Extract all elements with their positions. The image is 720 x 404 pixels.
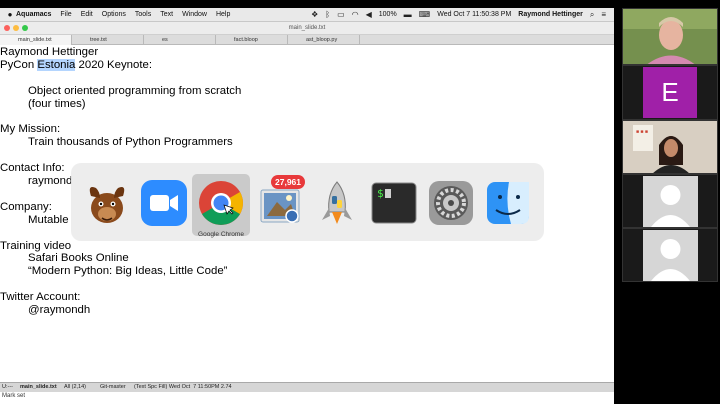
app-google-chrome[interactable]: Google Chrome	[192, 174, 250, 238]
editor-line[interactable]: Company:	[0, 201, 52, 214]
finder-icon	[487, 182, 529, 224]
participant-tile-speaker[interactable]	[622, 8, 718, 65]
tab-ast-bloop[interactable]: ast_bloop.py	[288, 35, 360, 45]
app-zoom[interactable]	[135, 174, 193, 236]
editor-line[interactable]: My Mission:	[0, 123, 60, 136]
menu-text[interactable]: Text	[160, 11, 173, 18]
tab-tree[interactable]: tree.txt	[72, 35, 144, 45]
editor-line[interactable]: “Modern Python: Big Ideas, Little Code”	[28, 265, 227, 278]
svg-text:$: $	[377, 187, 384, 200]
wifi-icon[interactable]: ◠	[352, 10, 359, 19]
app-terminal[interactable]: $	[365, 174, 423, 236]
selected-app-label: Google Chrome	[198, 231, 244, 238]
cast-icon[interactable]: ▭	[337, 10, 345, 19]
modeline-prefix: U:---	[2, 384, 13, 390]
menu-options[interactable]: Options	[102, 11, 126, 18]
battery-percent[interactable]: 100%	[379, 11, 397, 18]
app-system-preferences[interactable]	[422, 174, 480, 236]
user-avatar-icon	[643, 176, 698, 227]
bluetooth-icon[interactable]: ᛒ	[325, 10, 330, 19]
system-preferences-icon	[429, 181, 473, 225]
modeline-buffer: main_slide.txt	[20, 384, 57, 390]
user-avatar-icon	[643, 230, 698, 281]
menu-list-icon[interactable]: ≡	[601, 10, 606, 19]
python-launcher-icon	[322, 181, 352, 224]
window-title: main_slide.txt	[288, 25, 326, 31]
dropbox-icon[interactable]: ❖	[311, 10, 318, 19]
editor-line[interactable]: Contact Info:	[0, 162, 65, 175]
editor-line[interactable]: Twitter Account:	[0, 291, 80, 304]
status-area: ❖ ᛒ ▭ ◠ ◀ 100% ▬ ⌨ Wed Oct 7 11:50:38 PM…	[311, 10, 614, 20]
mac-menubar: ● Aquamacs File Edit Options Tools Text …	[0, 8, 614, 22]
menu-app-name[interactable]: Aquamacs	[16, 11, 51, 18]
editor-line[interactable]: PyCon Estonia 2020 Keynote:	[0, 58, 152, 72]
editor-line[interactable]: Training video	[0, 240, 71, 253]
editor-line[interactable]: Object oriented programming from scratch	[28, 85, 241, 98]
window-titlebar: main_slide.txt	[0, 22, 614, 35]
editor-line[interactable]: @raymondh	[28, 304, 90, 317]
app-gnu-emacs[interactable]	[78, 174, 136, 236]
search-icon[interactable]: ⌕	[590, 10, 594, 20]
participant-tile-video-2[interactable]: ■ ■ ■	[622, 120, 718, 174]
meeting-stage: ● Aquamacs File Edit Options Tools Text …	[0, 0, 720, 404]
selected-text[interactable]: Estonia	[37, 58, 76, 71]
editor-line[interactable]: Mutable	[28, 214, 69, 227]
modeline-modes: (Text Spc Fill) Wed Oct 7 11:50PM 2.74	[134, 384, 232, 390]
editor-line[interactable]: raymond	[28, 175, 72, 188]
buffer-tabs: main_slide.txt tree.txt es fact.bloop as…	[0, 35, 614, 45]
menu-edit[interactable]: Edit	[81, 11, 93, 18]
participant-video: ■ ■ ■	[623, 121, 717, 173]
terminal-icon: $	[371, 182, 417, 224]
mail-unread-badge: 27,961	[271, 175, 305, 189]
keyboard-icon[interactable]: ⌨	[419, 10, 431, 19]
svg-text:■ ■ ■: ■ ■ ■	[636, 129, 648, 135]
editor-line[interactable]: Train thousands of Python Programmers	[28, 136, 233, 149]
modeline-vcs: Git-master	[100, 384, 126, 390]
editor-line[interactable]: Safari Books Online	[28, 252, 129, 265]
mode-line: U:--- main_slide.txt All (2,14) Git-mast…	[0, 382, 614, 392]
echo-area: Mark set	[0, 392, 614, 404]
speaker-video	[623, 9, 717, 64]
menu-help[interactable]: Help	[216, 11, 230, 18]
zoom-icon	[141, 180, 187, 226]
menubar-user[interactable]: Raymond Hettinger	[518, 11, 583, 18]
tab-es[interactable]: es	[144, 35, 216, 45]
apple-menu-icon[interactable]: ●	[4, 10, 16, 19]
gnu-icon	[89, 187, 125, 223]
editor-line[interactable]: (four times)	[28, 98, 86, 111]
app-mail[interactable]: 27,961	[251, 174, 309, 236]
editor-line[interactable]: Raymond Hettinger	[0, 46, 98, 59]
menu-tools[interactable]: Tools	[135, 11, 151, 18]
participant-tile-e[interactable]: E	[622, 65, 718, 120]
app-python-launcher[interactable]	[308, 174, 366, 236]
chrome-icon	[199, 181, 243, 225]
battery-icon[interactable]: ▬	[404, 10, 412, 19]
app-switcher: Google Chrome 27,961 $	[71, 163, 544, 241]
participant-tile-avatar-1[interactable]	[622, 174, 718, 228]
app-finder[interactable]	[479, 174, 537, 236]
modeline-position: All (2,14)	[64, 384, 87, 390]
participant-tile-avatar-2[interactable]	[622, 228, 718, 282]
menu-file[interactable]: File	[60, 11, 71, 18]
menubar-clock[interactable]: Wed Oct 7 11:50:38 PM	[437, 11, 511, 18]
volume-icon[interactable]: ◀	[366, 10, 372, 19]
tab-fact-bloop[interactable]: fact.bloop	[216, 35, 288, 45]
menu-window[interactable]: Window	[182, 11, 207, 18]
participant-initial: E	[643, 67, 697, 118]
tab-main-slide[interactable]: main_slide.txt	[0, 35, 72, 45]
